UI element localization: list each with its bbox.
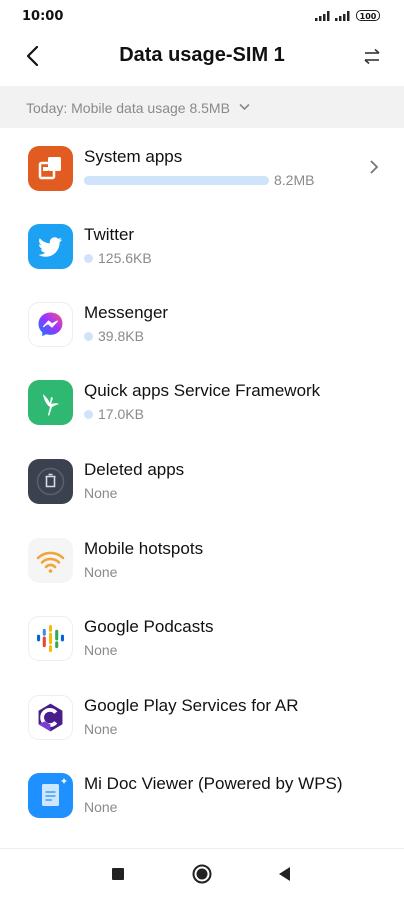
google-podcasts-icon	[28, 616, 73, 661]
app-name: Quick apps Service Framework	[84, 381, 321, 400]
app-usage: 8.2MB	[274, 172, 315, 188]
app-usage: None	[84, 564, 118, 580]
wifi-hotspot-icon	[28, 538, 73, 583]
app-bar: Data usage-SIM 1	[0, 32, 404, 84]
app-name: System apps	[84, 147, 183, 166]
mi-doc-viewer-icon	[28, 773, 73, 818]
app-name: Messenger	[84, 303, 169, 322]
system-navigation-bar	[0, 848, 404, 898]
list-item-twitter[interactable]: Twitter 125.6KB	[0, 218, 404, 296]
signal-icon-2	[335, 11, 350, 21]
app-usage: None	[84, 721, 118, 737]
list-item-mi-doc-viewer[interactable]: Mi Doc Viewer (Powered by WPS) None	[0, 767, 404, 845]
app-name: Mi Doc Viewer (Powered by WPS)	[84, 774, 343, 793]
app-name: Twitter	[84, 225, 135, 244]
list-item-messenger[interactable]: Messenger 39.8KB	[0, 296, 404, 374]
status-bar: 10:00 100	[0, 0, 404, 32]
usage-bar	[84, 176, 269, 185]
recents-square-icon[interactable]	[107, 863, 129, 885]
app-usage: 17.0KB	[84, 406, 144, 422]
app-name: Deleted apps	[84, 460, 185, 479]
app-name: Google Podcasts	[84, 617, 214, 636]
usage-summary-dropdown[interactable]: Today: Mobile data usage 8.5MB	[0, 86, 404, 128]
app-usage: None	[84, 642, 118, 658]
usage-dot	[84, 254, 93, 263]
twitter-icon	[28, 224, 73, 269]
list-item-deleted-apps[interactable]: Deleted apps None	[0, 453, 404, 531]
app-name: Google Play Services for AR	[84, 696, 299, 715]
app-usage: None	[84, 485, 118, 501]
usage-bar-fill	[84, 176, 269, 185]
system-apps-icon	[28, 146, 73, 191]
back-triangle-icon[interactable]	[274, 863, 296, 885]
swap-sim-icon[interactable]	[362, 47, 382, 67]
chevron-right-icon	[370, 160, 379, 174]
arcore-icon	[28, 695, 73, 740]
trash-icon	[28, 459, 73, 504]
list-item-mobile-hotspots[interactable]: Mobile hotspots None	[0, 532, 404, 610]
list-item-google-podcasts[interactable]: Google Podcasts None	[0, 610, 404, 688]
messenger-icon	[28, 302, 73, 347]
list-item-quick-apps[interactable]: Quick apps Service Framework 17.0KB	[0, 374, 404, 452]
status-time: 10:00	[22, 9, 64, 24]
usage-dot	[84, 332, 93, 341]
page-title: Data usage-SIM 1	[119, 44, 285, 66]
chevron-down-icon	[239, 103, 250, 111]
home-circle-icon[interactable]	[191, 863, 213, 885]
list-item-google-play-services-ar[interactable]: Google Play Services for AR None	[0, 689, 404, 767]
quick-apps-icon	[28, 380, 73, 425]
battery-icon: 100	[356, 10, 380, 21]
signal-icon	[315, 11, 330, 21]
list-item-system-apps[interactable]: System apps 8.2MB	[0, 140, 404, 218]
app-usage: 125.6KB	[84, 250, 152, 266]
app-name: Mobile hotspots	[84, 539, 204, 558]
app-usage: 39.8KB	[84, 328, 144, 344]
usage-dot	[84, 410, 93, 419]
app-usage: None	[84, 799, 118, 815]
summary-text: Today: Mobile data usage 8.5MB	[26, 100, 230, 116]
